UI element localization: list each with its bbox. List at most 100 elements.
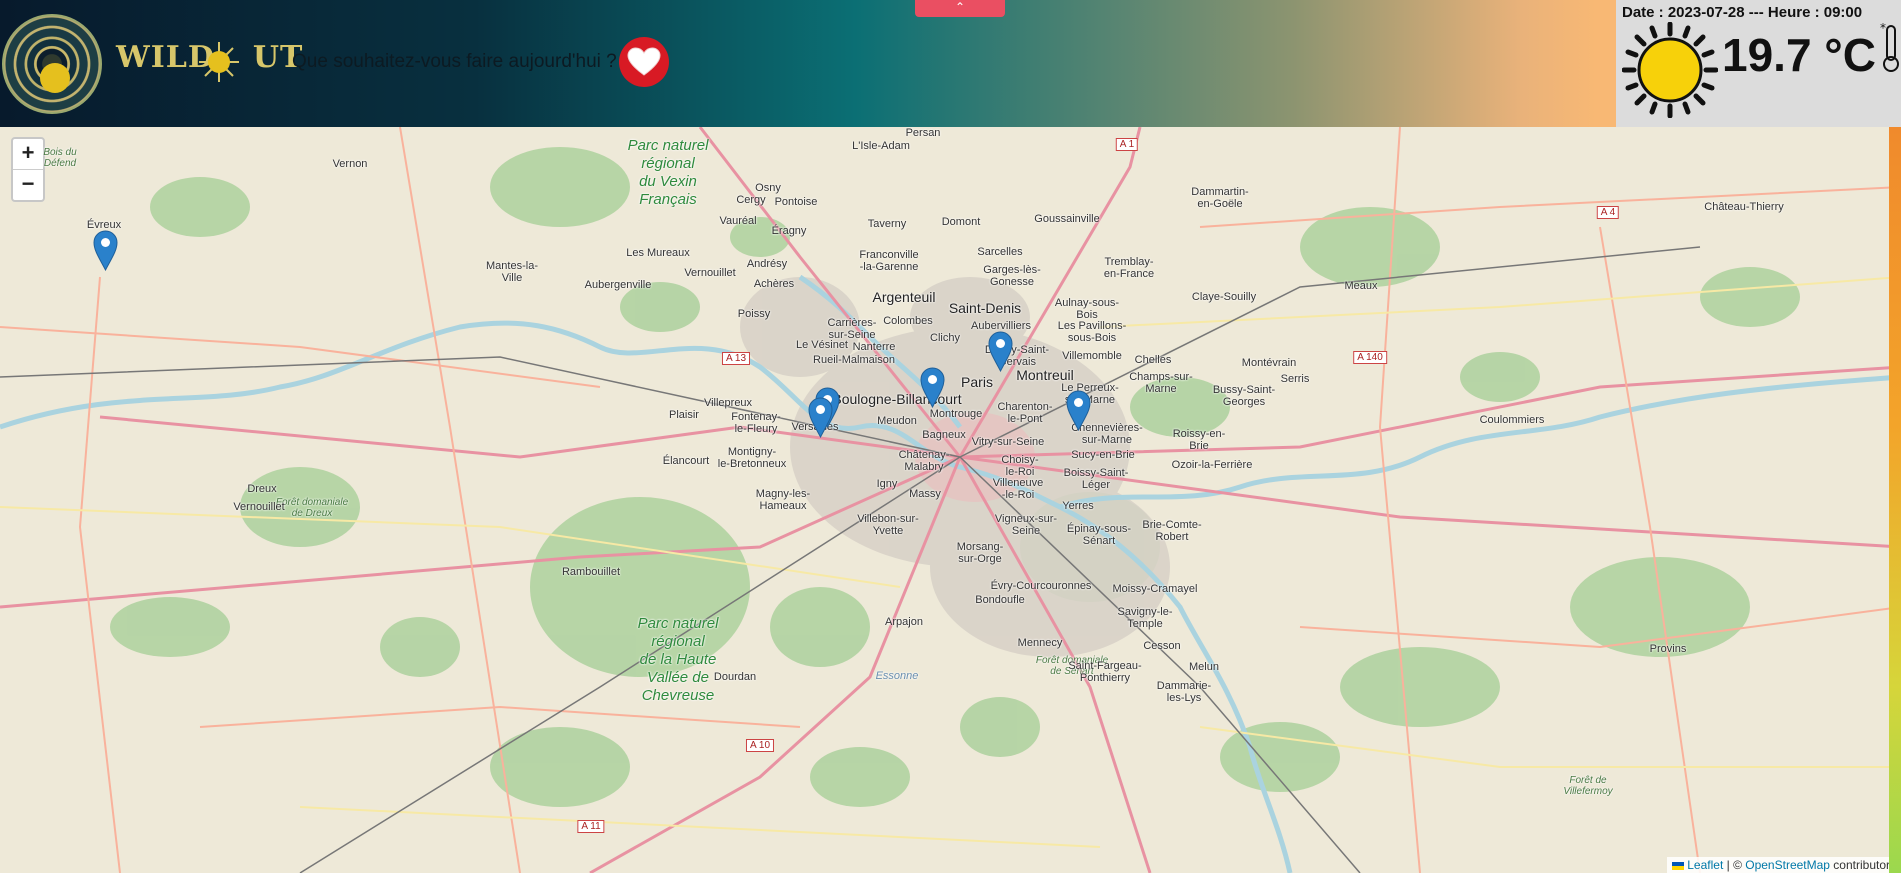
city-label-dammarie: Dammarie- les-Lys — [1156, 680, 1212, 704]
city-label-montigny: Montigny- le-Bretonneux — [717, 446, 787, 470]
zoom-out-button[interactable]: − — [13, 169, 43, 200]
zoom-in-button[interactable]: + — [13, 139, 43, 169]
map-attribution: Leaflet | © OpenStreetMap contributors — [1666, 857, 1901, 873]
map-marker-paris[interactable] — [920, 367, 945, 408]
city-label-acheres: Achères — [753, 278, 795, 290]
sun-icon — [1622, 22, 1718, 118]
road-shield-a1: A 1 — [1115, 138, 1139, 151]
city-label-chatenay: Châtenay- Malabry — [898, 449, 950, 473]
weather-datetime: Date : 2023-07-28 --- Heure : 09:00 — [1622, 4, 1863, 21]
city-label-poissy: Poissy — [737, 308, 771, 320]
city-label-vesinet: Le Vésinet — [796, 339, 848, 351]
city-label-dammartin: Dammartin- en-Goële — [1191, 186, 1249, 210]
map-marker-saint-denis[interactable] — [988, 331, 1013, 372]
map-marker-evreux[interactable] — [93, 230, 118, 271]
city-label-ozoir: Ozoir-la-Ferrière — [1171, 459, 1253, 471]
city-label-roissy-brie: Roissy-en- Brie — [1172, 428, 1226, 452]
road-shield-a13: A 13 — [721, 352, 751, 365]
city-label-chelles: Chelles — [1134, 354, 1172, 366]
city-label-igny: Igny — [876, 478, 898, 490]
city-label-rambouillet: Rambouillet — [561, 566, 621, 578]
city-label-montevrain: Montévrain — [1241, 357, 1297, 369]
city-label-lisle-adam: L'Isle-Adam — [852, 140, 910, 152]
city-label-bagneux: Bagneux — [922, 429, 966, 441]
forest-label-bois-defend: Bois du Défend — [43, 147, 77, 169]
city-label-aulnay: Aulnay-sous- Bois — [1054, 297, 1120, 321]
city-label-franconville: Franconville -la-Garenne — [859, 249, 919, 273]
city-label-taverny: Taverny — [867, 218, 907, 230]
city-label-coulommiers: Coulommiers — [1479, 414, 1545, 426]
city-label-melun: Melun — [1189, 661, 1219, 673]
forest-label-villefermoy: Forêt de Villefermoy — [1563, 775, 1613, 797]
page-question: Que souhaitez-vous faire aujourd'hui ? — [292, 51, 617, 72]
city-label-elancourt: Élancourt — [662, 455, 710, 467]
logo-emblem[interactable] — [2, 14, 102, 114]
city-label-nanterre: Nanterre — [852, 341, 896, 353]
city-label-dreux: Dreux — [247, 483, 277, 495]
city-label-montrouge: Montrouge — [929, 408, 983, 420]
city-label-provins: Provins — [1649, 643, 1687, 655]
city-label-les-mureaux: Les Mureaux — [626, 247, 690, 259]
city-label-claye: Claye-Souilly — [1191, 291, 1257, 303]
osm-link[interactable]: OpenStreetMap — [1745, 858, 1830, 872]
city-label-plaisir: Plaisir — [669, 409, 699, 421]
favorites-button[interactable] — [619, 37, 669, 87]
brand-sun-icon — [199, 42, 239, 82]
city-label-pavillons: Les Pavillons- sous-Bois — [1057, 320, 1127, 344]
city-label-meaux: Meaux — [1344, 280, 1378, 292]
city-label-villeneuve: Villeneuve -le-Roi — [992, 477, 1044, 501]
city-label-sarcelles: Sarcelles — [977, 246, 1023, 258]
city-label-dourdan: Dourdan — [713, 671, 757, 683]
city-label-bondoufle: Bondoufle — [975, 594, 1025, 606]
city-label-aubergenville: Aubergenville — [584, 279, 652, 291]
map-marker-versailles-2[interactable] — [808, 397, 833, 438]
city-label-garges: Garges-lès- Gonesse — [983, 264, 1041, 288]
city-label-sucy: Sucy-en-Brie — [1071, 449, 1135, 461]
city-label-pontoise: Pontoise — [774, 196, 818, 208]
city-label-vitry: Vitry-sur-Seine — [971, 436, 1045, 448]
road-shield-a10: A 10 — [745, 739, 775, 752]
city-label-rueil: Rueil-Malmaison — [813, 354, 895, 366]
city-label-fontenay: Fontenay- le-Fleury — [731, 411, 781, 435]
header-toggle-tab[interactable]: ⌃ — [915, 0, 1005, 17]
city-label-saint-denis: Saint-Denis — [948, 300, 1022, 316]
city-label-boissy: Boissy-Saint- Léger — [1063, 467, 1129, 491]
city-label-cergy: Cergy — [736, 194, 766, 206]
zoom-control: + − — [11, 137, 45, 202]
side-panel-handle[interactable] — [1889, 127, 1901, 873]
city-label-brie-comte: Brie-Comte- Robert — [1142, 519, 1202, 543]
temperature-value: 19.7 °C — [1722, 29, 1876, 81]
city-label-yerres: Yerres — [1062, 500, 1094, 512]
city-label-savigny: Savigny-le- Temple — [1117, 606, 1173, 630]
leaflet-link[interactable]: Leaflet — [1687, 858, 1723, 872]
city-label-clichy: Clichy — [930, 332, 960, 344]
city-label-villemomble: Villemomble — [1062, 350, 1122, 362]
city-label-chateau-thierry: Château-Thierry — [1704, 201, 1784, 213]
road-shield-a140: A 140 — [1353, 351, 1387, 364]
city-label-vernouillet: Vernouillet — [684, 267, 736, 279]
map-marker-chennevieres[interactable] — [1066, 390, 1091, 431]
city-label-colombes: Colombes — [883, 315, 933, 327]
map-view[interactable]: + − Parc naturel régional du Vexin Franç… — [0, 127, 1901, 873]
city-label-choisy: Choisy- le-Roi — [1001, 454, 1039, 478]
city-label-saint-fargeau: Saint-Fargeau- Ponthierry — [1068, 660, 1142, 684]
city-label-vernon: Vernon — [332, 158, 368, 170]
city-label-vaureal: Vauréal — [719, 215, 757, 227]
flag-icon — [1671, 861, 1684, 870]
weather-widget: Date : 2023-07-28 --- Heure : 09:00 19.7… — [1616, 0, 1901, 127]
city-label-epinay: Épinay-sous- Sénart — [1066, 523, 1132, 547]
city-label-eragny: Éragny — [771, 225, 807, 237]
city-label-vigneux: Vigneux-sur- Seine — [994, 513, 1058, 537]
city-label-moissy: Moissy-Cramayel — [1112, 583, 1198, 595]
heart-icon — [627, 47, 661, 76]
city-label-meudon: Meudon — [877, 415, 917, 427]
road-shield-a11: A 11 — [577, 820, 605, 833]
city-label-serris: Serris — [1280, 373, 1310, 385]
city-label-argenteuil: Argenteuil — [872, 289, 936, 305]
city-label-essonne: Essonne — [875, 670, 919, 682]
park-label-vexin: Parc naturel régional du Vexin Français — [627, 137, 709, 208]
logo-sun-icon — [40, 63, 70, 93]
city-label-evry: Évry-Courcouronnes — [990, 580, 1092, 592]
city-label-villepreux: Villepreux — [703, 397, 753, 409]
city-label-champs: Champs-sur- Marne — [1129, 371, 1193, 395]
